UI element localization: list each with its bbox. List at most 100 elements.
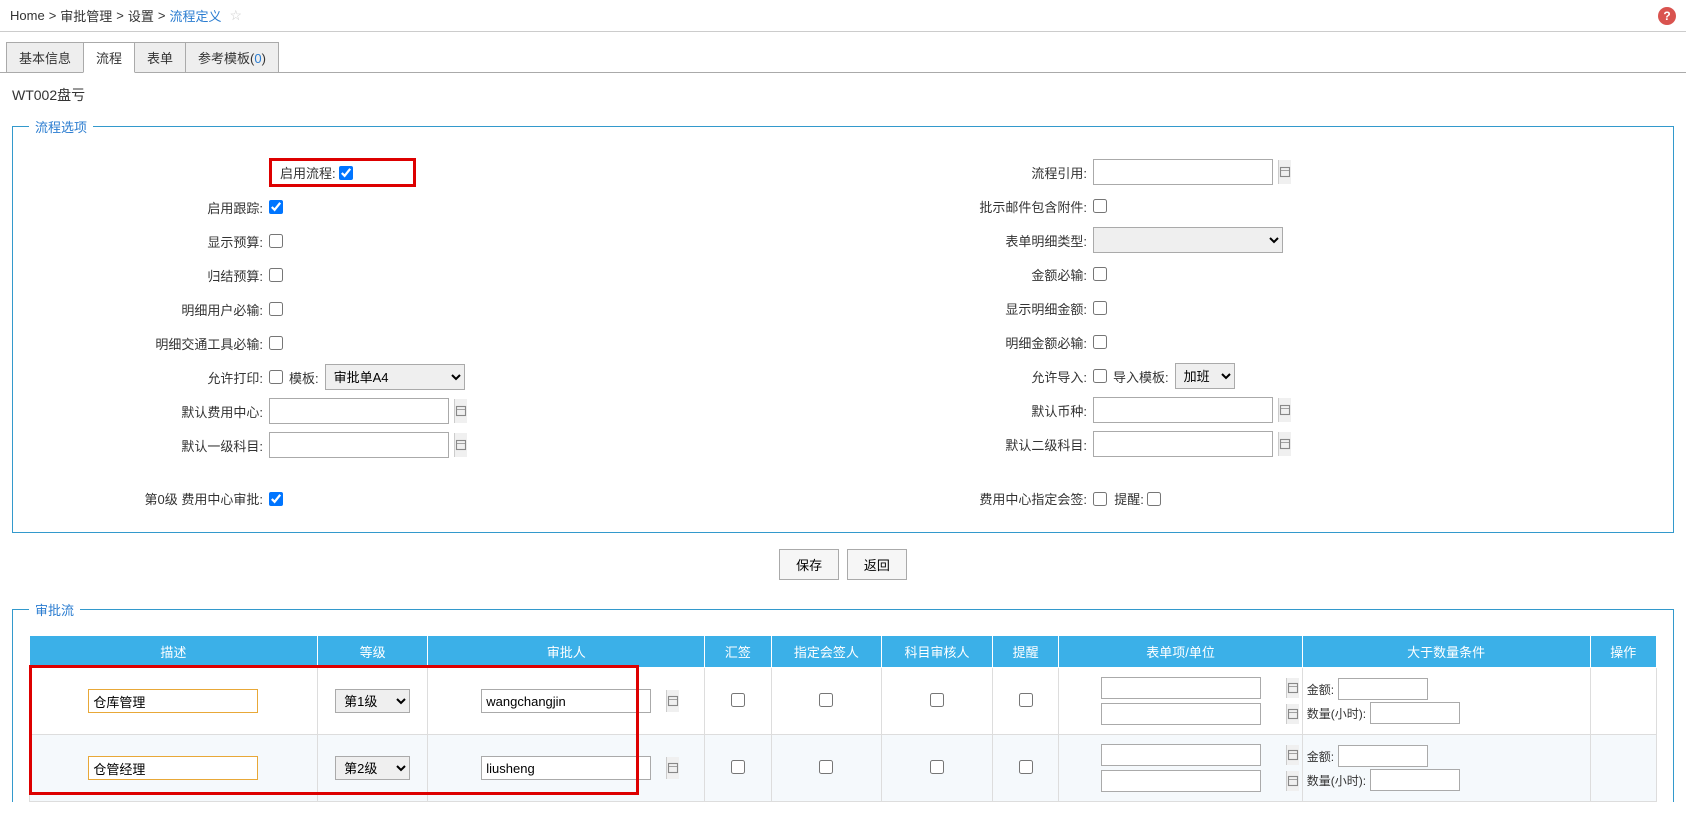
cc-countersign-checkbox[interactable] <box>1093 492 1107 506</box>
form-detail-type-select[interactable] <box>1093 227 1283 253</box>
fieldset-approval-flow: 审批流 描述 等级 审批人 汇签 <box>12 600 1674 802</box>
breadcrumb-current: 流程定义 <box>170 6 222 25</box>
row-level-select[interactable]: 第2级 <box>335 756 410 780</box>
lookup-icon[interactable] <box>1286 745 1299 765</box>
lookup-icon[interactable] <box>1278 432 1291 456</box>
row-unit-input[interactable] <box>1102 705 1286 724</box>
row-countersign-checkbox[interactable] <box>731 693 745 707</box>
default-l2-subject-input[interactable] <box>1094 435 1278 454</box>
lookup-icon[interactable] <box>1286 771 1299 791</box>
enable-trace-checkbox[interactable] <box>269 200 283 214</box>
row-remind-checkbox[interactable] <box>1019 760 1033 774</box>
row-unit-lookup[interactable] <box>1101 703 1261 725</box>
summary-budget-checkbox[interactable] <box>269 268 283 282</box>
row-form-item-lookup[interactable] <box>1101 677 1261 699</box>
lookup-icon[interactable] <box>1278 160 1291 184</box>
favorite-star-icon[interactable]: ☆ <box>230 7 243 24</box>
row-assign-countersign-checkbox[interactable] <box>819 693 833 707</box>
lookup-icon[interactable] <box>666 757 679 779</box>
th-countersign: 汇签 <box>705 636 771 668</box>
breadcrumb-l2[interactable]: 设置 <box>128 6 154 25</box>
remind-checkbox[interactable] <box>1147 492 1161 506</box>
th-subject-reviewer: 科目审核人 <box>882 636 993 668</box>
lookup-icon[interactable] <box>1286 678 1299 698</box>
default-currency-lookup[interactable] <box>1093 397 1273 423</box>
table-row: 第1级 <box>30 668 1657 735</box>
row-unit-input[interactable] <box>1102 772 1286 791</box>
show-detail-amount-label: 显示明细金额: <box>853 299 1093 318</box>
tab-bar: 基本信息 流程 表单 参考模板(0) <box>6 42 1686 73</box>
default-cost-center-input[interactable] <box>270 402 454 421</box>
process-ref-lookup[interactable] <box>1093 159 1273 185</box>
tab-process[interactable]: 流程 <box>83 42 135 73</box>
tab-form[interactable]: 表单 <box>134 42 186 73</box>
default-cost-center-label: 默认费用中心: <box>29 402 269 421</box>
detail-amount-required-checkbox[interactable] <box>1093 335 1107 349</box>
row-form-item-input[interactable] <box>1102 679 1286 698</box>
row-approver-lookup[interactable] <box>481 756 651 780</box>
row-op-cell <box>1590 735 1656 802</box>
form-detail-type-label: 表单明细类型: <box>853 231 1093 250</box>
allow-import-checkbox[interactable] <box>1093 369 1107 383</box>
detail-transport-required-checkbox[interactable] <box>269 336 283 350</box>
default-l2-subject-lookup[interactable] <box>1093 431 1273 457</box>
row-subject-reviewer-checkbox[interactable] <box>930 760 944 774</box>
back-button[interactable]: 返回 <box>847 549 907 580</box>
detail-user-required-checkbox[interactable] <box>269 302 283 316</box>
save-button[interactable]: 保存 <box>779 549 839 580</box>
approval-mail-attach-checkbox[interactable] <box>1093 199 1107 213</box>
row-approver-lookup[interactable] <box>481 689 651 713</box>
lookup-icon[interactable] <box>666 690 679 712</box>
row-form-item-input[interactable] <box>1102 746 1286 765</box>
detail-amount-required-label: 明细金额必输: <box>853 333 1093 352</box>
show-detail-amount-checkbox[interactable] <box>1093 301 1107 315</box>
breadcrumb-sep: > <box>116 8 124 23</box>
tab-template[interactable]: 参考模板(0) <box>185 42 279 73</box>
process-ref-input[interactable] <box>1094 163 1278 182</box>
lookup-icon[interactable] <box>1278 398 1291 422</box>
row-remind-checkbox[interactable] <box>1019 693 1033 707</box>
breadcrumb-sep: > <box>158 8 166 23</box>
enable-process-checkbox[interactable] <box>339 166 353 180</box>
help-icon[interactable]: ? <box>1658 7 1676 25</box>
cond-amount-input[interactable] <box>1338 678 1428 700</box>
cond-amount-input[interactable] <box>1338 745 1428 767</box>
row-desc-input[interactable] <box>88 689 258 713</box>
row-approver-input[interactable] <box>482 759 666 778</box>
show-budget-checkbox[interactable] <box>269 234 283 248</box>
print-template-select[interactable]: 审批单A4 <box>325 364 465 390</box>
th-approver: 审批人 <box>428 636 705 668</box>
row-approver-input[interactable] <box>482 692 666 711</box>
enable-process-label: 启用流程: <box>280 163 336 182</box>
default-currency-input[interactable] <box>1094 401 1278 420</box>
amount-required-checkbox[interactable] <box>1093 267 1107 281</box>
row-level-select[interactable]: 第1级 <box>335 689 410 713</box>
default-l1-subject-lookup[interactable] <box>269 432 449 458</box>
allow-print-checkbox[interactable] <box>269 370 283 384</box>
approval-table: 描述 等级 审批人 汇签 指定会签人 科目审核人 提醒 表单项/单位 大于数量条… <box>29 635 1657 802</box>
row-form-item-lookup[interactable] <box>1101 744 1261 766</box>
breadcrumb: Home > 审批管理 > 设置 > 流程定义 ☆ ? <box>0 0 1686 32</box>
lookup-icon[interactable] <box>454 399 467 423</box>
default-cost-center-lookup[interactable] <box>269 398 449 424</box>
row-desc-input[interactable] <box>88 756 258 780</box>
process-ref-label: 流程引用: <box>853 163 1093 182</box>
table-row: 第2级 <box>30 735 1657 802</box>
cond-qty-input[interactable] <box>1370 702 1460 724</box>
cond-qty-label: 数量(小时): <box>1307 772 1366 789</box>
row-unit-lookup[interactable] <box>1101 770 1261 792</box>
import-template-select[interactable]: 加班 <box>1175 363 1235 389</box>
cond-qty-input[interactable] <box>1370 769 1460 791</box>
level0-cc-approval-checkbox[interactable] <box>269 492 283 506</box>
row-assign-countersign-checkbox[interactable] <box>819 760 833 774</box>
row-countersign-checkbox[interactable] <box>731 760 745 774</box>
breadcrumb-l1[interactable]: 审批管理 <box>60 6 112 25</box>
tab-basic[interactable]: 基本信息 <box>6 42 84 73</box>
lookup-icon[interactable] <box>1286 704 1299 724</box>
lookup-icon[interactable] <box>454 433 467 457</box>
legend-process-options: 流程选项 <box>29 117 93 136</box>
row-subject-reviewer-checkbox[interactable] <box>930 693 944 707</box>
row-op-cell <box>1590 668 1656 735</box>
default-l1-subject-input[interactable] <box>270 436 454 455</box>
breadcrumb-home[interactable]: Home <box>10 8 45 23</box>
